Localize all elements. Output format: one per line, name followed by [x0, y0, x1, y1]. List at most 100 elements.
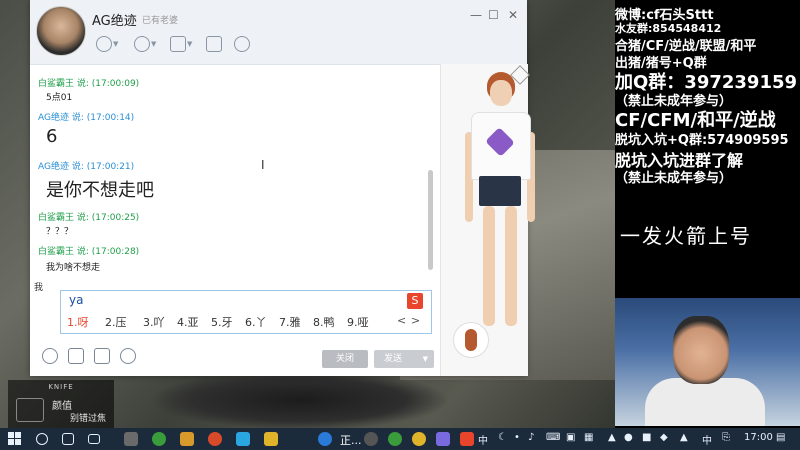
input-label: 我	[34, 283, 44, 293]
contact-avatar[interactable]	[36, 6, 86, 56]
message-input[interactable]: ya S	[60, 290, 432, 312]
game-character-shadow	[150, 370, 450, 430]
hud-line-2: 别错过焦	[70, 414, 107, 424]
moon-icon[interactable]: ☾	[498, 432, 507, 443]
webcam-person-head	[673, 316, 729, 384]
ime-candidate[interactable]: 6.丫	[245, 314, 267, 330]
text-cursor-icon: I	[261, 158, 265, 172]
chevron-down-icon[interactable]: ▼	[113, 40, 118, 48]
clock[interactable]: 17:00	[744, 432, 773, 443]
overlay-line: （禁止未成年参与）	[615, 171, 733, 186]
app-icon[interactable]	[208, 432, 222, 446]
ime-candidate-bar: 1.呀 2.压 3.吖 4.亚 5.牙 6.丫 7.雅 8.鸭 9.哑 < >	[60, 311, 432, 334]
search-icon[interactable]	[36, 433, 48, 445]
message-text: 是你不想走吧	[46, 180, 154, 201]
stream-info-overlay: 微博:cf石头Sttt 水友群:854548412 合猪/CF/逆战/联盟/和平…	[615, 0, 800, 450]
webcam-person-body	[645, 378, 765, 426]
message-text: 5点01	[46, 93, 73, 103]
overlay-slogan: 一发火箭上号	[620, 224, 752, 248]
tray-icon[interactable]: ●	[624, 432, 633, 443]
app-icon[interactable]	[236, 432, 250, 446]
taskbar-app-label[interactable]: 正...	[340, 432, 362, 448]
ime-prev-button[interactable]: <	[397, 314, 406, 327]
punctuation-icon[interactable]: •	[514, 432, 520, 443]
maximize-button[interactable]: ☐	[488, 8, 499, 22]
voice-call-icon[interactable]	[134, 36, 150, 52]
image-icon[interactable]	[94, 348, 110, 364]
ime-indicator-2[interactable]: 中	[702, 432, 712, 447]
app-icon[interactable]	[364, 432, 378, 446]
app-icon[interactable]	[436, 432, 450, 446]
file-transfer-icon[interactable]	[170, 36, 186, 52]
message-sender: AG绝迹 说: (17:00:14)	[38, 113, 135, 123]
history-clock-icon[interactable]	[120, 348, 136, 364]
grid-icon[interactable]: ▦	[584, 432, 593, 443]
tray-icon[interactable]: ⎘	[722, 432, 730, 443]
weapon-hud: KNIFE 颜值 别错过焦	[8, 380, 114, 428]
app-icon[interactable]	[124, 432, 138, 446]
tray-icon[interactable]: ▲	[680, 432, 688, 443]
keyboard-icon[interactable]: ⌨	[546, 432, 560, 443]
ime-candidate[interactable]: 3.吖	[143, 314, 165, 330]
ime-candidate[interactable]: 9.哑	[347, 314, 369, 330]
app-icon[interactable]	[412, 432, 426, 446]
chat-footer-toolbar: 关闭 发送 ▼	[30, 340, 440, 376]
chevron-down-icon[interactable]: ▼	[151, 40, 156, 48]
cortana-circle-icon[interactable]	[62, 433, 74, 445]
ime-candidate[interactable]: 8.鸭	[313, 314, 335, 330]
message-sender: 白鲨霸王 说: (17:00:28)	[38, 247, 140, 257]
security-shield-icon[interactable]	[234, 36, 250, 52]
video-call-icon[interactable]	[96, 36, 112, 52]
ime-candidate[interactable]: 1.呀	[67, 314, 89, 330]
ime-candidate[interactable]: 2.压	[105, 314, 127, 330]
network-icon[interactable]: ▲	[608, 432, 616, 443]
screenshot-scissors-icon[interactable]	[68, 348, 84, 364]
overlay-line: 脱坑入坑+Q群:574909595	[615, 133, 789, 148]
rank-badge-icon	[16, 398, 44, 422]
figure-shorts	[479, 176, 521, 206]
notification-icon[interactable]: ▤	[776, 432, 785, 443]
minimize-button[interactable]: —	[470, 8, 482, 22]
webcam-feed	[615, 298, 800, 426]
weather-umbrella-icon[interactable]	[318, 432, 332, 446]
chevron-down-icon[interactable]: ▼	[423, 350, 428, 368]
skin-shirt-icon[interactable]: ▣	[566, 432, 575, 443]
message-sender: 白鲨霸王 说: (17:00:25)	[38, 213, 140, 223]
message-sender: AG绝迹 说: (17:00:21)	[38, 162, 135, 172]
send-button-label: 发送	[384, 354, 403, 364]
contact-status: 已有老婆	[142, 16, 179, 26]
hud-line-1: 颜值	[52, 401, 72, 412]
tray-icon[interactable]: ■	[642, 432, 651, 443]
microphone-icon[interactable]: ♪	[528, 432, 534, 443]
task-view-icon[interactable]	[88, 434, 100, 444]
sogou-tray-icon[interactable]	[460, 432, 474, 446]
mini-avatar[interactable]	[453, 322, 489, 358]
ime-candidate[interactable]: 7.雅	[279, 314, 301, 330]
figure-head	[490, 80, 512, 106]
ime-candidate[interactable]: 4.亚	[177, 314, 199, 330]
message-sender: 白鲨霸王 说: (17:00:09)	[38, 79, 140, 89]
app-icon[interactable]	[152, 432, 166, 446]
app-icon[interactable]	[264, 432, 278, 446]
screen-share-icon[interactable]	[206, 36, 222, 52]
contact-name[interactable]: AG绝迹	[92, 10, 137, 29]
message-scrollbar[interactable]	[428, 170, 433, 270]
chevron-down-icon[interactable]: ▼	[187, 40, 192, 48]
emoji-icon[interactable]	[42, 348, 58, 364]
close-window-button[interactable]: ✕	[508, 8, 518, 22]
app-icon[interactable]	[180, 432, 194, 446]
weapon-title: KNIFE	[48, 383, 74, 391]
figure-leg-left	[483, 206, 495, 326]
tray-icon[interactable]: ◆	[660, 432, 668, 443]
sogou-ime-icon[interactable]: S	[407, 293, 423, 309]
windows-start-icon[interactable]	[8, 432, 22, 446]
input-value: ya	[69, 293, 84, 307]
ime-candidate[interactable]: 5.牙	[211, 314, 233, 330]
ime-indicator[interactable]: 中	[478, 432, 488, 447]
ime-next-button[interactable]: >	[411, 314, 420, 327]
close-button[interactable]: 关闭	[322, 350, 368, 368]
send-button[interactable]: 发送 ▼	[374, 350, 434, 368]
overlay-line: 水友群:854548412	[615, 22, 722, 35]
show-avatar-figure	[465, 72, 535, 342]
app-icon[interactable]	[388, 432, 402, 446]
